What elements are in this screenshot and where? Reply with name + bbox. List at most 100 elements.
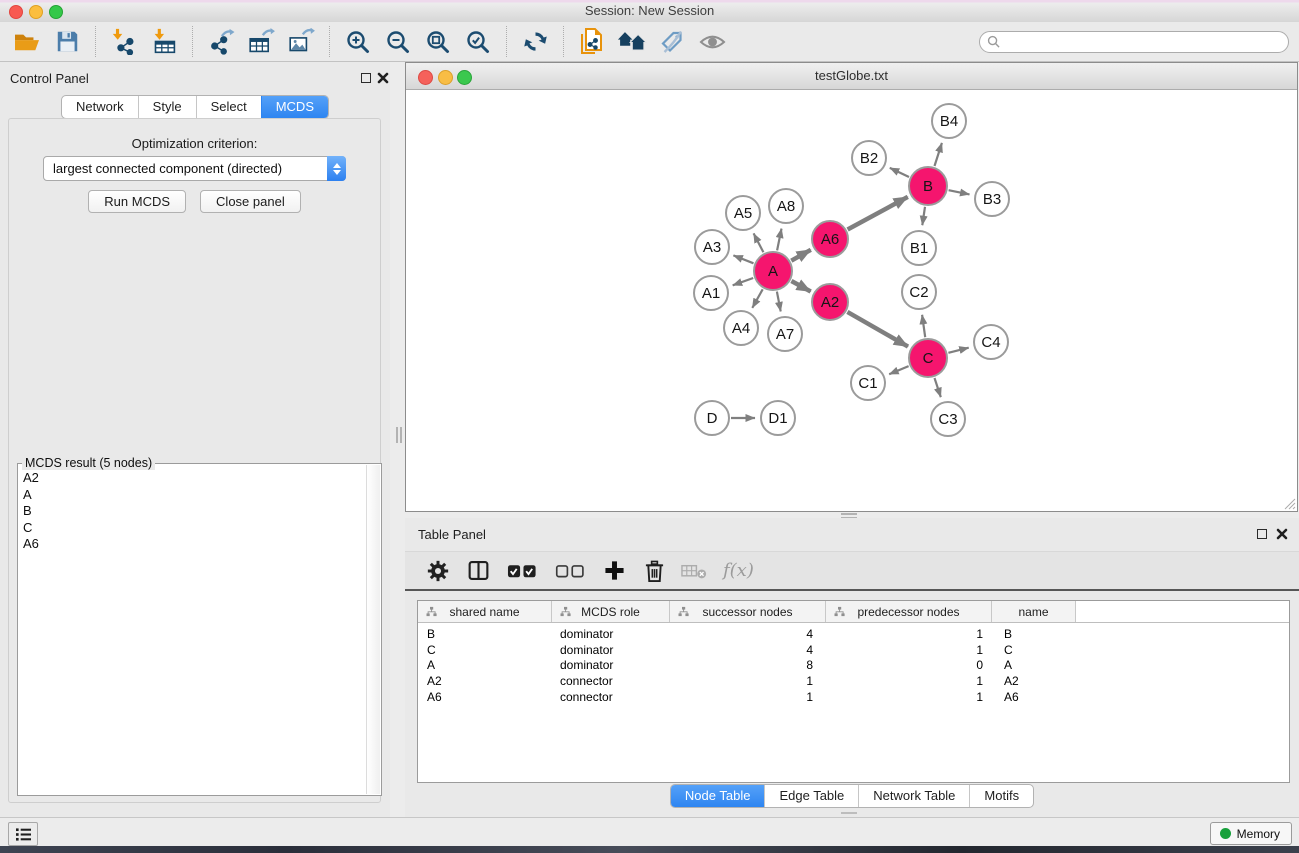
graph-edge-B-B2[interactable]	[890, 168, 909, 177]
table-tab-network-table[interactable]: Network Table	[858, 785, 969, 807]
table-cell[interactable]: 8	[670, 658, 826, 672]
table-cell[interactable]: dominator	[552, 643, 670, 657]
tab-network[interactable]: Network	[62, 96, 138, 118]
select-all-button[interactable]	[505, 558, 539, 584]
graph-node-B[interactable]: B	[909, 167, 947, 205]
tab-style[interactable]: Style	[138, 96, 196, 118]
export-network-button[interactable]	[204, 26, 238, 58]
table-panel-float-button[interactable]	[1257, 529, 1267, 539]
graph-node-A5[interactable]: A5	[726, 196, 760, 230]
table-cell[interactable]: B	[418, 627, 552, 641]
graph-node-C3[interactable]: C3	[931, 402, 965, 436]
table-tab-motifs[interactable]: Motifs	[969, 785, 1033, 807]
zoom-out-button[interactable]	[381, 26, 415, 58]
graph-edge-C-C1[interactable]	[889, 366, 908, 374]
zoom-fit-button[interactable]	[421, 26, 455, 58]
table-row[interactable]: A2connector11A2	[418, 673, 1289, 689]
graph-node-C1[interactable]: C1	[851, 366, 885, 400]
graph-edge-A-A6[interactable]	[791, 250, 811, 261]
table-cell[interactable]: A	[992, 658, 1076, 672]
column-header-predecessor-nodes[interactable]: predecessor nodes	[826, 601, 992, 622]
graph-node-B3[interactable]: B3	[975, 182, 1009, 216]
graph-node-A[interactable]: A	[754, 252, 792, 290]
table-cell[interactable]: A2	[418, 674, 552, 688]
table-cell[interactable]: connector	[552, 674, 670, 688]
run-mcds-button[interactable]: Run MCDS	[88, 190, 186, 213]
table-cell[interactable]: dominator	[552, 627, 670, 641]
table-cell[interactable]: C	[418, 643, 552, 657]
table-cell[interactable]: C	[992, 643, 1076, 657]
graph-node-A2[interactable]: A2	[812, 284, 848, 320]
zoom-selected-button[interactable]	[461, 26, 495, 58]
refresh-view-button[interactable]	[518, 26, 552, 58]
zoom-in-button[interactable]	[341, 26, 375, 58]
delete-column-button[interactable]	[641, 558, 667, 584]
table-cell[interactable]: 0	[826, 658, 992, 672]
table-cell[interactable]: dominator	[552, 658, 670, 672]
table-tab-edge-table[interactable]: Edge Table	[764, 785, 858, 807]
save-session-button[interactable]	[50, 26, 84, 58]
panel-splitter-handle[interactable]	[396, 427, 402, 443]
table-cell[interactable]: connector	[552, 690, 670, 704]
graph-node-A3[interactable]: A3	[695, 230, 729, 264]
task-history-button[interactable]	[8, 822, 38, 846]
clone-network-button[interactable]	[575, 26, 609, 58]
graph-node-A8[interactable]: A8	[769, 189, 803, 223]
tab-mcds[interactable]: MCDS	[261, 96, 328, 118]
table-row[interactable]: Bdominator41B	[418, 626, 1289, 642]
export-table-button[interactable]	[244, 26, 278, 58]
column-header-name[interactable]: name	[992, 601, 1076, 622]
window-resize-grip[interactable]	[1282, 496, 1296, 510]
table-cell[interactable]: 1	[670, 690, 826, 704]
graph-node-D[interactable]: D	[695, 401, 729, 435]
mcds-result-item[interactable]: C	[23, 520, 366, 537]
open-session-button[interactable]	[10, 26, 44, 58]
show-graphics-details-button[interactable]	[695, 26, 729, 58]
table-tab-node-table[interactable]: Node Table	[671, 785, 765, 807]
graph-node-C2[interactable]: C2	[902, 275, 936, 309]
table-cell[interactable]: 1	[826, 674, 992, 688]
control-panel-float-button[interactable]	[361, 73, 371, 83]
graph-edge-A-A2[interactable]	[791, 281, 810, 292]
table-cell[interactable]: 4	[670, 627, 826, 641]
function-builder-button[interactable]: f(x)	[723, 560, 754, 581]
mcds-result-item[interactable]: B	[23, 503, 366, 520]
table-row[interactable]: Adominator80A	[418, 658, 1289, 674]
home-button[interactable]	[615, 26, 649, 58]
export-image-button[interactable]	[284, 26, 318, 58]
table-row[interactable]: Cdominator41C	[418, 642, 1289, 658]
table-row[interactable]: A6connector11A6	[418, 689, 1289, 705]
network-canvas[interactable]: B4B2BB3A5A8A6A3B1AA1C2A4A7A2CC4C1C3DD1	[406, 89, 1297, 511]
mcds-result-item[interactable]: A2	[23, 470, 366, 487]
graph-node-A7[interactable]: A7	[768, 317, 802, 351]
graph-node-C4[interactable]: C4	[974, 325, 1008, 359]
graph-node-A4[interactable]: A4	[724, 311, 758, 345]
table-cell[interactable]: 1	[826, 643, 992, 657]
column-header-shared-name[interactable]: shared name	[418, 601, 552, 622]
graph-edge-C-C3[interactable]	[935, 378, 941, 397]
table-cell[interactable]: A	[418, 658, 552, 672]
mcds-result-item[interactable]: A	[23, 487, 366, 504]
table-cell[interactable]: 1	[826, 627, 992, 641]
table-settings-button[interactable]	[425, 558, 451, 584]
show-columns-button[interactable]	[465, 558, 491, 584]
graph-edge-A-A4[interactable]	[752, 289, 762, 308]
graph-node-B4[interactable]: B4	[932, 104, 966, 138]
graph-node-A6[interactable]: A6	[812, 221, 848, 257]
memory-button[interactable]: Memory	[1210, 822, 1292, 845]
control-panel-close-icon[interactable]	[377, 72, 389, 84]
graph-edge-A6-B[interactable]	[848, 197, 908, 230]
graph-edge-B-B1[interactable]	[922, 207, 925, 225]
tab-select[interactable]: Select	[196, 96, 261, 118]
hide-labels-button[interactable]	[655, 26, 689, 58]
graph-edge-B-B3[interactable]	[949, 190, 970, 194]
graph-edge-A2-C[interactable]	[847, 312, 908, 347]
table-cell[interactable]: A6	[418, 690, 552, 704]
table-cell[interactable]: A6	[992, 690, 1076, 704]
delete-table-button[interactable]	[681, 558, 707, 584]
table-cell[interactable]: 1	[670, 674, 826, 688]
column-header-successor-nodes[interactable]: successor nodes	[670, 601, 826, 622]
table-cell[interactable]: B	[992, 627, 1076, 641]
graph-node-A1[interactable]: A1	[694, 276, 728, 310]
table-cell[interactable]: A2	[992, 674, 1076, 688]
